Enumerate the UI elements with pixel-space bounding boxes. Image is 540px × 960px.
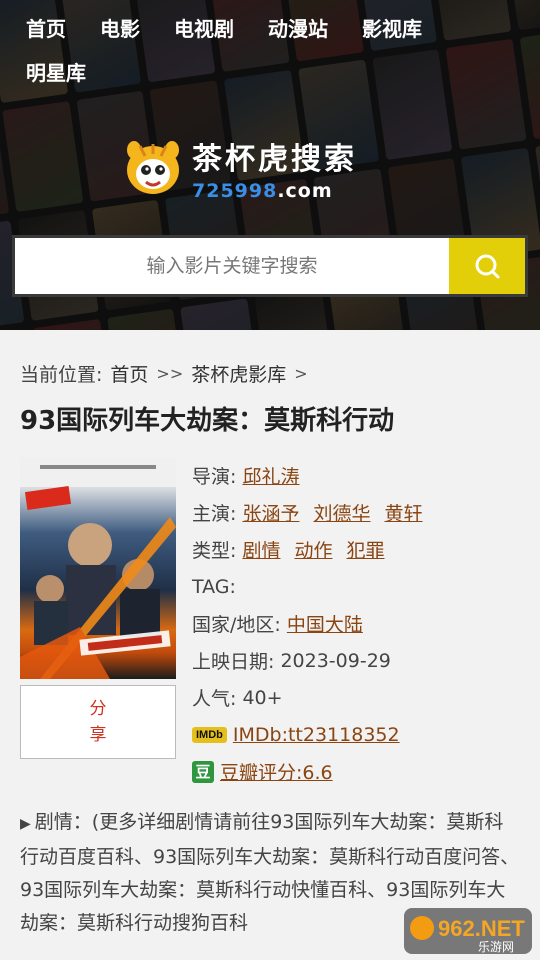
region-link[interactable]: 中国大陆 [287, 610, 363, 637]
share-button[interactable]: 分 享 [20, 685, 176, 759]
release-date: 2023-09-29 [280, 649, 391, 672]
imdb-link[interactable]: IMDb:tt23118352 [233, 724, 400, 746]
top-nav: 首页 电影 电视剧 动漫站 影视库 明星库 [0, 0, 540, 88]
genre-label: 类型: [192, 540, 237, 562]
region-label: 国家/地区: [192, 614, 281, 636]
popularity-row: 人气: 40+ [192, 679, 520, 716]
search-icon [475, 254, 500, 279]
nav-film-library[interactable]: 影视库 [362, 13, 422, 42]
watermark-brand: 962.NET [438, 916, 525, 941]
movie-meta: 导演: 邱礼涛 主演: 张涵予 刘德华 黄轩 类型: 剧情 动作 犯罪 TAG:… [192, 457, 520, 790]
douban-row: 豆 豆瓣评分:6.6 [192, 753, 520, 790]
nav-row-1: 首页 电影 电视剧 动漫站 影视库 [26, 10, 514, 44]
genre-link[interactable]: 犯罪 [346, 536, 384, 563]
logo-title: 茶杯虎搜索 [192, 142, 357, 177]
share-label-1: 分 [89, 699, 107, 719]
share-label-2: 享 [89, 725, 107, 745]
director-row: 导演: 邱礼涛 [192, 457, 520, 494]
nav-tv[interactable]: 电视剧 [174, 13, 234, 42]
poster-column: 分 享 [20, 457, 176, 790]
genre-row: 类型: 剧情 动作 犯罪 [192, 531, 520, 568]
search-input[interactable] [15, 238, 449, 294]
douban-link[interactable]: 豆瓣评分:6.6 [220, 758, 333, 785]
cast-link[interactable]: 黄轩 [384, 499, 422, 526]
release-row: 上映日期: 2023-09-29 [192, 642, 520, 679]
movie-info: 分 享 导演: 邱礼涛 主演: 张涵予 刘德华 黄轩 类型: 剧情 动作 犯罪 [20, 457, 520, 790]
cast-row: 主演: 张涵予 刘德华 黄轩 [192, 494, 520, 531]
popularity-value: 40+ [242, 686, 283, 709]
genre-link[interactable]: 剧情 [242, 536, 280, 563]
triangle-right-icon: ▶ [20, 816, 31, 832]
breadcrumb-separator: > [294, 364, 308, 383]
director-label: 导演: [192, 466, 237, 488]
logo-domain-tld: .com [277, 180, 333, 202]
breadcrumb-separator: >> [156, 364, 184, 383]
nav-movies[interactable]: 电影 [100, 13, 140, 42]
cast-link[interactable]: 张涵予 [242, 499, 299, 526]
imdb-icon: IMDb [192, 726, 227, 743]
tag-label: TAG: [192, 575, 236, 598]
logo-text: 茶杯虎搜索 725998.com [192, 134, 357, 202]
main-content: 当前位置: 首页 >> 茶杯虎影库 > 93国际列车大劫案：莫斯科行动 分 享 … [0, 360, 540, 940]
header-banner: 首页 电影 电视剧 动漫站 影视库 明星库 茶杯虎搜索 725998.com 输… [0, 0, 540, 330]
movie-poster[interactable] [20, 457, 176, 679]
tiger-mascot-icon [122, 136, 184, 200]
region-row: 国家/地区: 中国大陆 [192, 605, 520, 642]
genre-link[interactable]: 动作 [294, 536, 332, 563]
cast-link[interactable]: 刘德华 [313, 499, 370, 526]
logo-domain: 725998.com [192, 180, 357, 202]
search-button[interactable] [449, 238, 525, 294]
nav-anime[interactable]: 动漫站 [268, 13, 328, 42]
breadcrumb-section[interactable]: 茶杯虎影库 [191, 360, 286, 387]
tag-row: TAG: [192, 568, 520, 605]
breadcrumb: 当前位置: 首页 >> 茶杯虎影库 > [20, 360, 520, 387]
cast-label: 主演: [192, 503, 237, 525]
search-bar [12, 235, 528, 297]
imdb-row: IMDb IMDb:tt23118352 [192, 716, 520, 753]
popularity-label: 人气: [192, 688, 237, 710]
page-title: 93国际列车大劫案：莫斯科行动 [20, 406, 395, 436]
release-label: 上映日期: [192, 651, 275, 673]
breadcrumb-home[interactable]: 首页 [110, 360, 148, 387]
nav-row-2: 明星库 [26, 54, 514, 88]
nav-stars[interactable]: 明星库 [26, 57, 86, 86]
nav-home[interactable]: 首页 [26, 13, 66, 42]
logo-domain-number: 725998 [192, 180, 278, 202]
breadcrumb-label: 当前位置: [20, 364, 103, 386]
watermark-sub: 乐游网 [478, 940, 514, 954]
site-logo[interactable]: 茶杯虎搜索 725998.com [122, 134, 357, 202]
watermark-logo: 962.NET 乐游网 [402, 906, 534, 956]
director-link[interactable]: 邱礼涛 [242, 462, 299, 489]
douban-icon: 豆 [192, 760, 214, 783]
